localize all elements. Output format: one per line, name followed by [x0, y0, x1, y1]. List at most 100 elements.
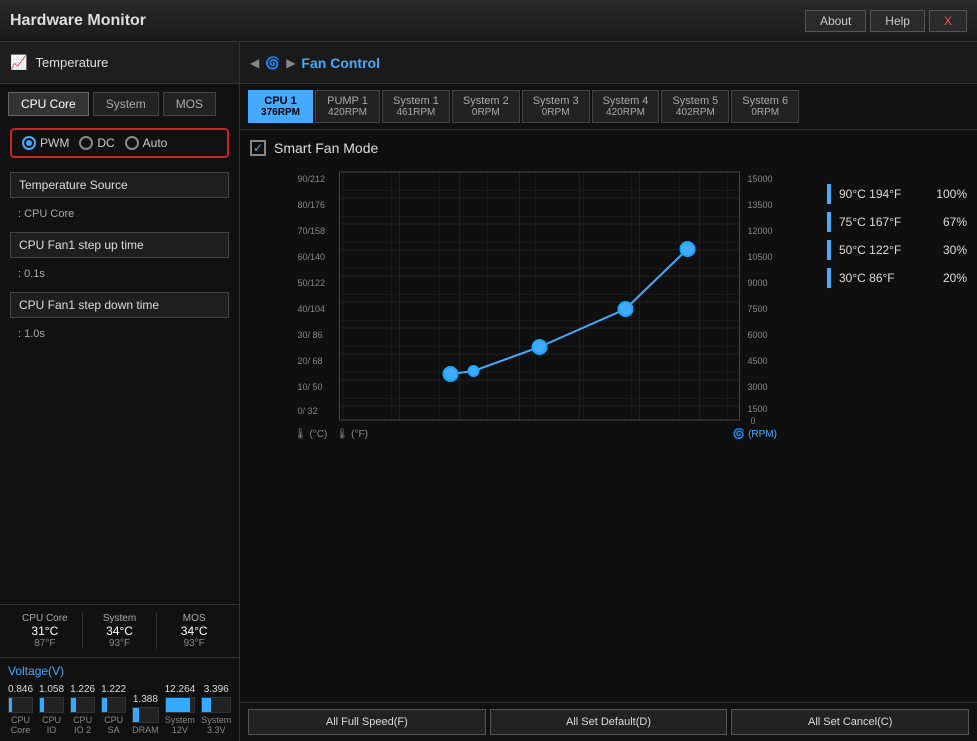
svg-text:0/ 32: 0/ 32 [298, 406, 318, 416]
temp-display-bar: CPU Core 31°C 87°F System 34°C 93°F MOS … [0, 604, 239, 657]
step-up-box[interactable]: CPU Fan1 step up time [10, 232, 229, 258]
legend-bar-2 [827, 240, 831, 260]
close-button[interactable]: X [929, 10, 967, 32]
legend-temp-1: 75°C 167°F [839, 215, 901, 229]
temp-cpu-label: CPU Core [8, 613, 82, 624]
voltage-label-6: System 3.3V [201, 715, 231, 735]
legend-pct-0: 100% [936, 187, 967, 201]
fan-tab-system4[interactable]: System 4420RPM [592, 90, 660, 123]
svg-text:13500: 13500 [748, 200, 773, 210]
fan-chart-svg[interactable]: 90/212 80/176 70/158 60/140 50/122 40/10… [250, 164, 821, 424]
legend-pct-1: 67% [943, 215, 967, 229]
fan-tab-pump1[interactable]: PUMP 1420RPM [315, 90, 380, 123]
svg-text:60/140: 60/140 [298, 252, 326, 262]
title-bar-buttons: About Help X [805, 10, 967, 32]
svg-text:10500: 10500 [748, 252, 773, 262]
dc-radio[interactable]: DC [79, 136, 114, 150]
fan-title: Fan Control [301, 55, 380, 71]
all-full-speed-button[interactable]: All Full Speed(F) [248, 709, 486, 735]
svg-text:80/176: 80/176 [298, 200, 326, 210]
auto-label: Auto [143, 136, 168, 150]
voltage-bar-fill-4 [133, 708, 139, 722]
auto-radio-circle [125, 136, 139, 150]
temp-source-box[interactable]: Temperature Source [10, 172, 229, 198]
voltage-value-0: 0.846 [8, 684, 33, 695]
legend-item-2: 50°C 122°F 30% [827, 240, 967, 260]
chart-point-3[interactable] [533, 340, 547, 354]
pwm-radio[interactable]: PWM [22, 136, 69, 150]
svg-text:0: 0 [751, 416, 756, 424]
svg-text:50/122: 50/122 [298, 278, 326, 288]
pwm-radio-circle [22, 136, 36, 150]
legend-pct-3: 20% [943, 271, 967, 285]
voltage-bar-container-2 [70, 697, 95, 713]
temp-cpu-core: CPU Core 31°C 87°F [8, 613, 83, 649]
tab-mos[interactable]: MOS [163, 92, 216, 116]
auto-radio[interactable]: Auto [125, 136, 168, 150]
voltage-value-5: 12.264 [165, 684, 196, 695]
voltage-item-cpuio2: 1.226 CPU IO 2 [70, 684, 95, 735]
voltage-item-system12v: 12.264 System 12V [165, 684, 196, 735]
chart-point-4[interactable] [619, 302, 633, 316]
temp-cpu-celsius: 31°C [8, 624, 82, 638]
fan-tab-system3[interactable]: System 30RPM [522, 90, 590, 123]
voltage-value-3: 1.222 [101, 684, 126, 695]
legend-temp-2: 50°C 122°F [839, 243, 901, 257]
help-button[interactable]: Help [870, 10, 925, 32]
temp-tab-bar: CPU Core System MOS [0, 84, 239, 116]
svg-text:40/104: 40/104 [298, 304, 326, 314]
pwm-label: PWM [40, 136, 69, 150]
voltage-item-cpucore: 0.846 CPU Core [8, 684, 33, 735]
all-set-default-button[interactable]: All Set Default(D) [490, 709, 728, 735]
voltage-bars: 0.846 CPU Core 1.058 CPU IO 1.226 CPU IO… [8, 684, 231, 735]
svg-text:30/ 86: 30/ 86 [298, 330, 323, 340]
temp-axis-label: 🌡 (°C) 🌡 (°F) [294, 429, 368, 440]
chart-container: 90/212 80/176 70/158 60/140 50/122 40/10… [250, 164, 967, 692]
chart-point-2[interactable] [469, 366, 479, 376]
chart-point-5[interactable] [681, 242, 695, 256]
chart-legend: 90°C 194°F 100% 75°C 167°F 67% 50°C 122°… [827, 164, 967, 692]
voltage-label-3: CPU SA [101, 715, 126, 735]
fan-tab-system1[interactable]: System 1461RPM [382, 90, 450, 123]
voltage-value-6: 3.396 [204, 684, 229, 695]
step-down-value: : 1.0s [10, 326, 229, 342]
temp-icon: 📈 [10, 54, 27, 71]
dc-label: DC [97, 136, 114, 150]
tab-cpu-core[interactable]: CPU Core [8, 92, 89, 116]
svg-text:12000: 12000 [748, 226, 773, 236]
voltage-title: Voltage(V) [8, 664, 231, 678]
all-set-cancel-button[interactable]: All Set Cancel(C) [731, 709, 969, 735]
chart-point-1[interactable] [444, 367, 458, 381]
voltage-item-dram: 1.388 DRAM [132, 694, 159, 735]
fan-tab-cpu1[interactable]: CPU 1376RPM [248, 90, 313, 123]
voltage-bar-fill-2 [71, 698, 76, 712]
smart-fan-title: Smart Fan Mode [274, 140, 378, 156]
voltage-bar-container-6 [201, 697, 231, 713]
voltage-label-2: CPU IO 2 [70, 715, 95, 735]
voltage-bar-container-1 [39, 697, 64, 713]
tab-system[interactable]: System [93, 92, 159, 116]
mode-group: PWM DC Auto [10, 128, 229, 158]
voltage-bar-container-3 [101, 697, 126, 713]
fan-tab-bar: CPU 1376RPMPUMP 1420RPMSystem 1461RPMSys… [240, 84, 977, 130]
fan-tab-system5[interactable]: System 5402RPM [661, 90, 729, 123]
voltage-label-4: DRAM [132, 725, 159, 735]
voltage-item-cpuio: 1.058 CPU IO [39, 684, 64, 735]
voltage-section: Voltage(V) 0.846 CPU Core 1.058 CPU IO 1… [0, 657, 239, 741]
legend-pct-2: 30% [943, 243, 967, 257]
app-title: Hardware Monitor [10, 12, 146, 30]
temp-system: System 34°C 93°F [83, 613, 158, 649]
fan-tab-system2[interactable]: System 20RPM [452, 90, 520, 123]
svg-text:90/212: 90/212 [298, 174, 326, 184]
about-button[interactable]: About [805, 10, 866, 32]
smart-fan-checkbox[interactable]: ✓ [250, 140, 266, 156]
temp-source-value: : CPU Core [10, 206, 229, 222]
svg-text:4500: 4500 [748, 356, 768, 366]
step-down-box[interactable]: CPU Fan1 step down time [10, 292, 229, 318]
right-panel: ◀ 🌀 ▶ Fan Control CPU 1376RPMPUMP 1420RP… [240, 42, 977, 741]
voltage-item-cpusa: 1.222 CPU SA [101, 684, 126, 735]
temp-cpu-fahrenheit: 87°F [8, 638, 82, 649]
fan-tab-system6[interactable]: System 60RPM [731, 90, 799, 123]
voltage-value-2: 1.226 [70, 684, 95, 695]
voltage-bar-fill-3 [102, 698, 107, 712]
